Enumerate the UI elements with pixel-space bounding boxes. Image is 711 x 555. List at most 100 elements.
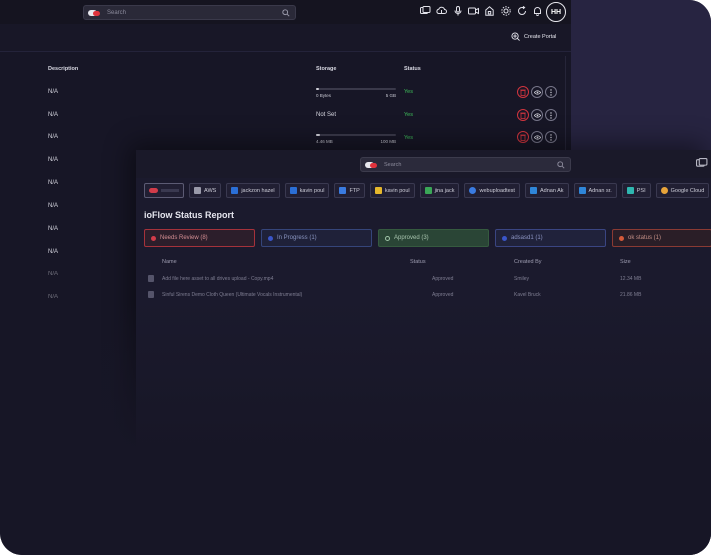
chip-kavin-poul-dropbox[interactable]: kavin poul [284, 183, 330, 198]
row-description: N/A [48, 157, 59, 163]
row-description: N/A [48, 203, 59, 209]
row-description: N/A [48, 89, 59, 95]
ftp-icon [339, 187, 347, 194]
status-card-ok-status[interactable]: ok status (1) [612, 229, 711, 247]
search-icon[interactable] [282, 8, 290, 17]
table-row[interactable]: N/A Not Set Yes [0, 109, 566, 134]
status-card-needs-review[interactable]: Needs Review (8) [144, 229, 255, 247]
storage-bar-fill [316, 88, 320, 90]
row-description: N/A [48, 249, 59, 255]
storage-used: 4.46 MB [316, 139, 333, 144]
google-drive-icon [424, 187, 432, 194]
file-icon [148, 291, 154, 298]
status-card-approved[interactable]: Approved (3) [378, 229, 489, 247]
row-description: N/A [48, 112, 59, 118]
front-search-input[interactable]: Search [384, 162, 557, 168]
delete-button[interactable] [517, 86, 529, 98]
settings-icon[interactable] [500, 5, 511, 16]
row-description: N/A [48, 294, 59, 300]
chip-adnan-ak[interactable]: Adnan Ak [524, 183, 569, 198]
file-icon [148, 275, 154, 282]
status-badge: Yes [404, 89, 413, 95]
chip-psi[interactable]: PSI [621, 183, 651, 198]
page-title: ioFlow Status Report [144, 210, 234, 220]
chip-webuploadtest[interactable]: webuploadtest [464, 183, 520, 198]
column-header-description: Description [48, 66, 79, 72]
chip-label: webuploadtest [479, 187, 515, 194]
cloud-upload-icon[interactable] [436, 5, 447, 16]
app-screenshot: Search HH Create Portal Description Stor… [0, 0, 711, 555]
chip-app-logo[interactable] [144, 183, 184, 198]
image-share-icon[interactable] [420, 5, 431, 16]
refresh-icon[interactable] [516, 5, 527, 16]
table-row[interactable]: Add file here asset to all drives upload… [136, 275, 711, 291]
more-options-icon[interactable] [545, 109, 557, 121]
status-badge: Yes [404, 112, 413, 118]
row-description: N/A [48, 271, 59, 277]
microphone-icon[interactable] [452, 5, 463, 16]
fade-overlay [136, 300, 711, 555]
file-size: 12.34 MB [620, 276, 642, 282]
status-card-label: ok status (1) [628, 235, 662, 241]
chip-google-cloud[interactable]: Google Cloud [655, 183, 710, 198]
top-bar: Search HH [0, 0, 571, 24]
create-portal-label: Create Portal [524, 33, 557, 40]
row-description: N/A [48, 134, 59, 140]
search-icon[interactable] [557, 160, 565, 169]
status-card-adsasd1[interactable]: adsasd1 (1) [495, 229, 606, 247]
chip-label-blurred [161, 189, 179, 192]
column-header-name: Name [162, 259, 177, 265]
web-icon [469, 187, 477, 194]
search-bar[interactable]: Search [83, 5, 296, 20]
dropbox-icon [289, 187, 297, 194]
search-input[interactable]: Search [107, 10, 282, 16]
home-icon[interactable] [484, 5, 495, 16]
aws-icon [194, 187, 201, 194]
chip-aws[interactable]: AWS [189, 183, 222, 198]
user-avatar[interactable]: HH [546, 2, 566, 22]
create-portal-button[interactable]: Create Portal [511, 32, 556, 41]
chip-label: kavin poul [384, 187, 410, 194]
chip-label: jackzon hazel [241, 187, 275, 194]
status-report-window: Search AWS jackzon hazel kavin poul FTP … [136, 150, 711, 555]
file-name: Add file here asset to all drives upload… [162, 276, 274, 282]
storage-meter: 0 Bytes 5 GB [316, 88, 396, 98]
file-status[interactable]: Approved [432, 292, 453, 298]
background-panel [571, 0, 711, 160]
storage-total: 5 GB [385, 93, 396, 98]
file-name: Sinful Sirens Demo Cloth Queen (Ultimate… [162, 292, 303, 298]
chip-ftp[interactable]: FTP [334, 183, 365, 198]
column-header-storage: Storage [316, 66, 337, 72]
bell-icon[interactable] [532, 5, 543, 16]
chip-adnan-sr[interactable]: Adnan sr. [573, 183, 617, 198]
view-button[interactable] [531, 131, 543, 143]
file-status[interactable]: Approved [432, 276, 453, 282]
view-button[interactable] [531, 86, 543, 98]
app-logo-icon [149, 188, 158, 193]
file-created-by: Kavel Bruck [514, 292, 541, 298]
file-size: 21.86 MB [620, 292, 642, 298]
chip-jackzon-hazel[interactable]: jackzon hazel [226, 183, 280, 198]
status-dot-icon [268, 235, 273, 241]
delete-button[interactable] [517, 131, 529, 143]
chip-label: Adnan Ak [539, 187, 564, 194]
front-top-bar: Search [136, 150, 711, 178]
chip-jina-jack[interactable]: jina jack [419, 183, 460, 198]
more-options-icon[interactable] [545, 86, 557, 98]
app-logo-icon [88, 8, 102, 18]
status-card-label: Needs Review (8) [160, 235, 208, 241]
storage-total: 100 MB [380, 139, 396, 144]
image-share-icon[interactable] [696, 158, 708, 169]
chip-kavin-poul-drive[interactable]: kavin poul [369, 183, 415, 198]
more-options-icon[interactable] [545, 131, 557, 143]
storage-bar-fill [316, 134, 320, 136]
view-button[interactable] [531, 109, 543, 121]
video-icon[interactable] [468, 5, 479, 16]
status-dot-icon [502, 235, 507, 241]
status-card-in-progress[interactable]: In Progress (1) [261, 229, 372, 247]
row-description: N/A [48, 226, 59, 232]
table-row[interactable]: N/A 0 Bytes 5 GB Yes [0, 86, 566, 111]
storage-used: 0 Bytes [316, 93, 332, 98]
front-search-bar[interactable]: Search [360, 157, 571, 172]
delete-button[interactable] [517, 109, 529, 121]
